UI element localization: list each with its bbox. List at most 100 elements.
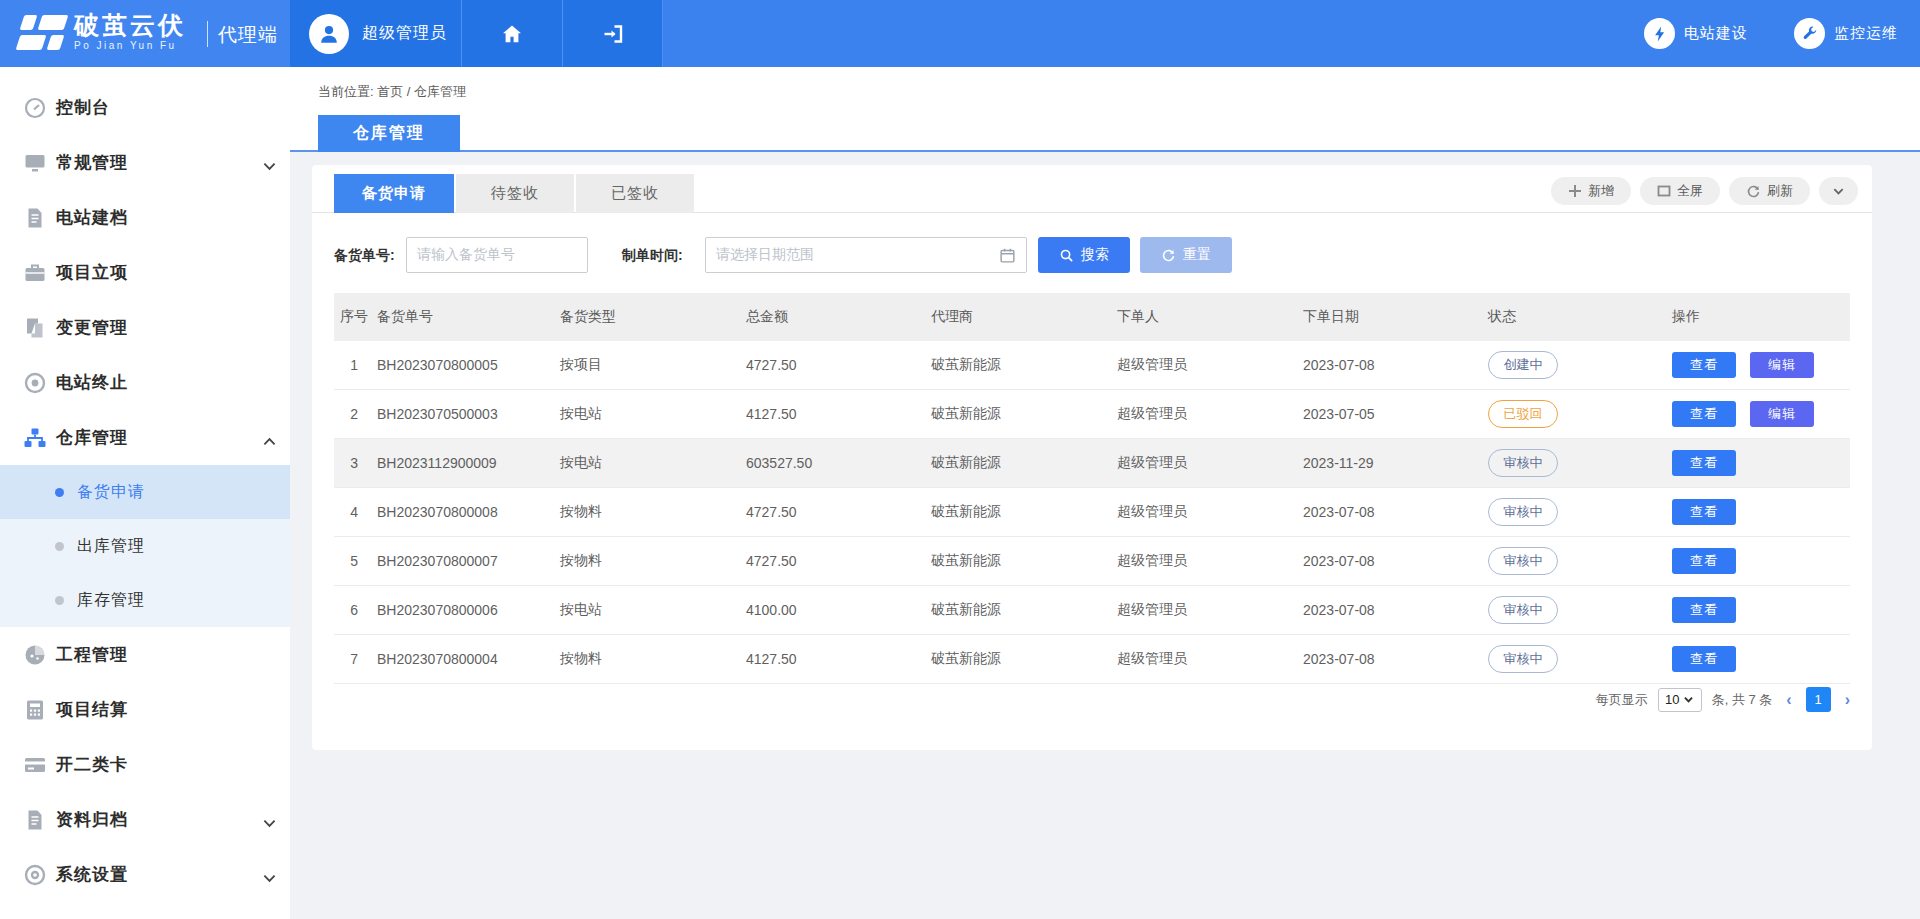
cell: 超级管理员 (1110, 552, 1296, 570)
username: 超级管理员 (362, 23, 447, 44)
stop-icon (23, 371, 47, 395)
tab-0[interactable]: 备货申请 (334, 174, 454, 213)
fullscreen-button[interactable]: 全屏 (1640, 177, 1720, 205)
col-header-2: 备货类型 (553, 308, 739, 326)
reset-icon (1161, 248, 1176, 263)
cell: 2023-07-08 (1296, 553, 1481, 569)
view-button[interactable]: 查看 (1672, 352, 1736, 378)
settings-icon (23, 863, 47, 887)
home-button[interactable] (461, 0, 562, 67)
chevron-down-icon (1832, 185, 1845, 198)
cell: 按物料 (553, 503, 739, 521)
cell: BH2023112900009 (370, 455, 553, 471)
cell: BH2023070800004 (370, 651, 553, 667)
nav-station-construction[interactable]: 电站建设 (1644, 18, 1748, 49)
reset-button[interactable]: 重置 (1140, 237, 1232, 273)
bolt-icon (1644, 18, 1675, 49)
topbar: 破茧云伏 Po Jian Yun Fu 代理端 超级管理员 电站建设 监控运维 (0, 0, 1920, 67)
sidebar-item-7[interactable]: 工程管理 (0, 627, 290, 682)
table-row: 2BH2023070500003按电站4127.50破茧新能源超级管理员2023… (334, 390, 1850, 439)
view-button[interactable]: 查看 (1672, 401, 1736, 427)
cell: BH2023070800008 (370, 504, 553, 520)
sidebar-item-9[interactable]: 开二类卡 (0, 737, 290, 792)
cell: 超级管理员 (1110, 650, 1296, 668)
briefcase-icon (23, 261, 47, 285)
dashboard-icon (23, 96, 47, 120)
view-button[interactable]: 查看 (1672, 450, 1736, 476)
cell: 超级管理员 (1110, 454, 1296, 472)
cell: 1 (334, 357, 370, 373)
nav-monitoring-ops[interactable]: 监控运维 (1794, 18, 1898, 49)
col-header-1: 备货单号 (370, 308, 553, 326)
submenu-item-1[interactable]: 出库管理 (0, 519, 290, 573)
table-header: 序号备货单号备货类型总金额代理商下单人下单日期状态操作 (334, 293, 1850, 341)
per-page-select[interactable]: 10 (1658, 688, 1702, 712)
sidebar-item-11[interactable]: 系统设置 (0, 847, 290, 902)
cell: 按电站 (553, 405, 739, 423)
view-button[interactable]: 查看 (1672, 499, 1736, 525)
sidebar-item-5[interactable]: 电站终止 (0, 355, 290, 410)
search-button[interactable]: 搜索 (1038, 237, 1130, 273)
col-header-0: 序号 (334, 308, 370, 326)
sidebar-item-1[interactable]: 常规管理 (0, 135, 290, 190)
view-button[interactable]: 查看 (1672, 548, 1736, 574)
brand-subtitle: Po Jian Yun Fu (74, 40, 186, 51)
breadcrumb: 当前位置: 首页 / 仓库管理 (318, 83, 466, 101)
chevron-up-icon (263, 432, 276, 450)
cell: 破茧新能源 (924, 454, 1110, 472)
order-no-input[interactable]: 请输入备货单号 (406, 237, 588, 273)
submenu-item-0[interactable]: 备货申请 (0, 465, 290, 519)
cell: 2 (334, 406, 370, 422)
tab-1[interactable]: 待签收 (456, 174, 574, 213)
cell: 破茧新能源 (924, 356, 1110, 374)
cell: 4127.50 (739, 651, 924, 667)
sidebar-item-3[interactable]: 项目立项 (0, 245, 290, 300)
sidebar-item-2[interactable]: 电站建档 (0, 190, 290, 245)
user-menu[interactable]: 超级管理员 (290, 0, 461, 67)
cell: 4727.50 (739, 357, 924, 373)
next-page-icon[interactable]: › (1841, 691, 1854, 709)
chevron-down-icon (1683, 694, 1694, 705)
sidebar-item-6[interactable]: 仓库管理 (0, 410, 290, 465)
view-button[interactable]: 查看 (1672, 646, 1736, 672)
archive-icon (23, 808, 47, 832)
add-button[interactable]: 新增 (1551, 177, 1631, 205)
main-content: 当前位置: 首页 / 仓库管理 仓库管理 备货申请待签收已签收 新增 全屏 刷新… (290, 67, 1920, 919)
cell: 2023-07-08 (1296, 602, 1481, 618)
home-icon (500, 22, 524, 46)
cell: 7 (334, 651, 370, 667)
cell: 4 (334, 504, 370, 520)
chevron-down-icon (263, 157, 276, 175)
collapse-button[interactable] (1819, 177, 1858, 205)
brand-divider (207, 21, 208, 47)
edit-button[interactable]: 编辑 (1750, 401, 1814, 427)
view-button[interactable]: 查看 (1672, 597, 1736, 623)
date-range-input[interactable]: 请选择日期范围 (705, 237, 1027, 273)
edit-button[interactable]: 编辑 (1750, 352, 1814, 378)
per-page-label: 每页显示 (1596, 691, 1648, 709)
refresh-button[interactable]: 刷新 (1729, 177, 1810, 205)
tab-2[interactable]: 已签收 (576, 174, 694, 213)
sidebar-item-8[interactable]: 项目结算 (0, 682, 290, 737)
plus-icon (1568, 184, 1582, 198)
logout-button[interactable] (562, 0, 663, 67)
refresh-icon (1746, 184, 1761, 199)
breadcrumb-band: 当前位置: 首页 / 仓库管理 仓库管理 (290, 67, 1920, 152)
prev-page-icon[interactable]: ‹ (1782, 691, 1795, 709)
pagination: 每页显示 10 条, 共 7 条 ‹ 1 › (1596, 687, 1854, 712)
order-no-label: 备货单号: (334, 237, 395, 273)
status-badge: 审核中 (1488, 547, 1558, 575)
sidebar-item-10[interactable]: 资料归档 (0, 792, 290, 847)
page-tab-warehouse[interactable]: 仓库管理 (318, 115, 460, 152)
page-1-button[interactable]: 1 (1806, 687, 1831, 712)
cell: 2023-07-08 (1296, 357, 1481, 373)
cell: 破茧新能源 (924, 650, 1110, 668)
fullscreen-icon (1657, 184, 1671, 198)
cell: 破茧新能源 (924, 601, 1110, 619)
table-row: 3BH2023112900009按电站603527.50破茧新能源超级管理员20… (334, 439, 1850, 488)
cell: 按物料 (553, 650, 739, 668)
sidebar-item-4[interactable]: 变更管理 (0, 300, 290, 355)
status-badge: 审核中 (1488, 645, 1558, 673)
submenu-item-2[interactable]: 库存管理 (0, 573, 290, 627)
sidebar-item-0[interactable]: 控制台 (0, 80, 290, 135)
